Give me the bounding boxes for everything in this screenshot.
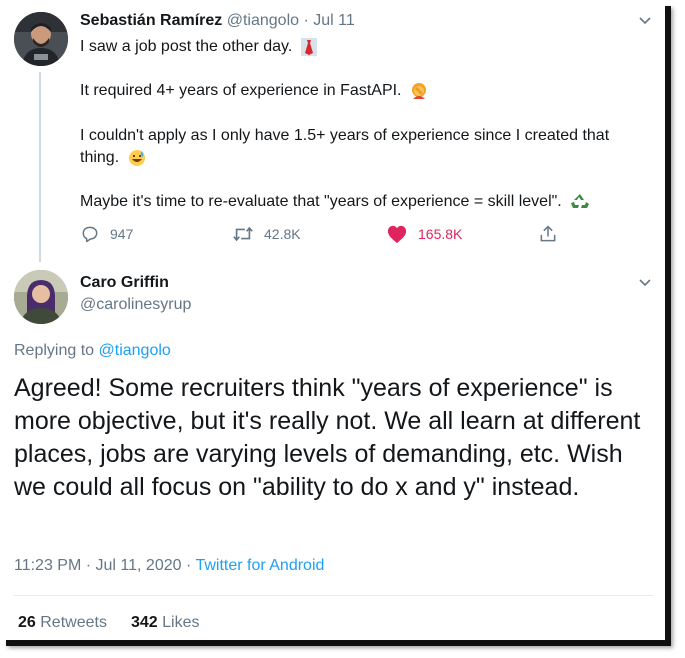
stats-divider [14,595,654,596]
tweet1-author-name[interactable]: Sebastián Ramírez [80,12,222,29]
tweet2-meta-separator: · [185,557,192,574]
recycle-icon [571,193,590,208]
tweet2-author-name[interactable]: Caro Griffin [80,274,169,292]
share-button[interactable] [538,224,568,244]
share-icon [540,225,556,242]
woman-facepalming-icon [411,82,426,99]
grinning-sweat-icon [128,149,145,166]
tweet1-separator: · [303,12,309,29]
tweet2-timestamp[interactable]: 11:23 PM · Jul 11, 2020 [14,557,182,574]
chevron-down-icon[interactable] [638,14,652,28]
tweet2-text: Agreed! Some recruiters think "years of … [14,374,641,501]
tweet2-source-link[interactable]: Twitter for Android [195,557,324,574]
retweets-stat[interactable]: 26 Retweets [18,614,107,631]
tweet2-meta: 11:23 PM · Jul 11, 2020 · Twitter for An… [14,557,324,575]
tweet1-line-3: I couldn't apply as I only have 1.5+ yea… [80,127,610,166]
tweet1-line-1: I saw a job post the other day. [80,36,317,58]
retweet-count: 42.8K [264,226,301,242]
tweet1-line-2: It required 4+ years of experience in Fa… [80,80,428,102]
likes-stat[interactable]: 342 Likes [131,614,200,631]
tweet1-header: Sebastián Ramírez @tiangolo · Jul 11 [80,12,355,30]
tweet2-stats: 26 Retweets 342 Likes [18,614,199,632]
tweet1-date[interactable]: Jul 11 [313,12,355,29]
like-button[interactable]: 165.8K [386,224,462,244]
tweet2-handle[interactable]: @carolinesyrup [80,296,191,314]
likes-stat-label: Likes [162,614,200,631]
avatar-sebastian-icon [14,12,68,66]
avatar-caro-icon [14,270,68,324]
chevron-down-icon[interactable] [638,276,652,290]
retweets-stat-count: 26 [18,614,36,631]
replying-prefix: Replying to [14,342,95,359]
replying-to-line: Replying to @tiangolo [14,342,171,360]
necktie-icon [300,37,317,56]
thread-connector-line [39,72,41,262]
tweet1-handle[interactable]: @tiangolo [227,12,299,29]
retweets-stat-label: Retweets [40,614,107,631]
avatar-caro[interactable] [14,270,68,324]
heart-filled-icon [387,225,407,244]
reply-button[interactable]: 947 [80,224,133,244]
like-count: 165.8K [418,226,463,242]
tweet1-line-4: Maybe it's time to re-evaluate that "yea… [80,191,590,213]
replying-to-link[interactable]: @tiangolo [99,342,171,359]
avatar-sebastian[interactable] [14,12,68,66]
reply-count: 947 [110,226,134,242]
retweet-button[interactable]: 42.8K [232,224,301,244]
reply-icon [82,226,98,243]
likes-stat-count: 342 [130,614,158,631]
tweet1-action-bar: 947 42.8K 165.8K [80,224,560,250]
retweet-icon [233,226,253,242]
tweet-screenshot-frame: Sebastián Ramírez @tiangolo · Jul 11 I s… [0,0,665,640]
